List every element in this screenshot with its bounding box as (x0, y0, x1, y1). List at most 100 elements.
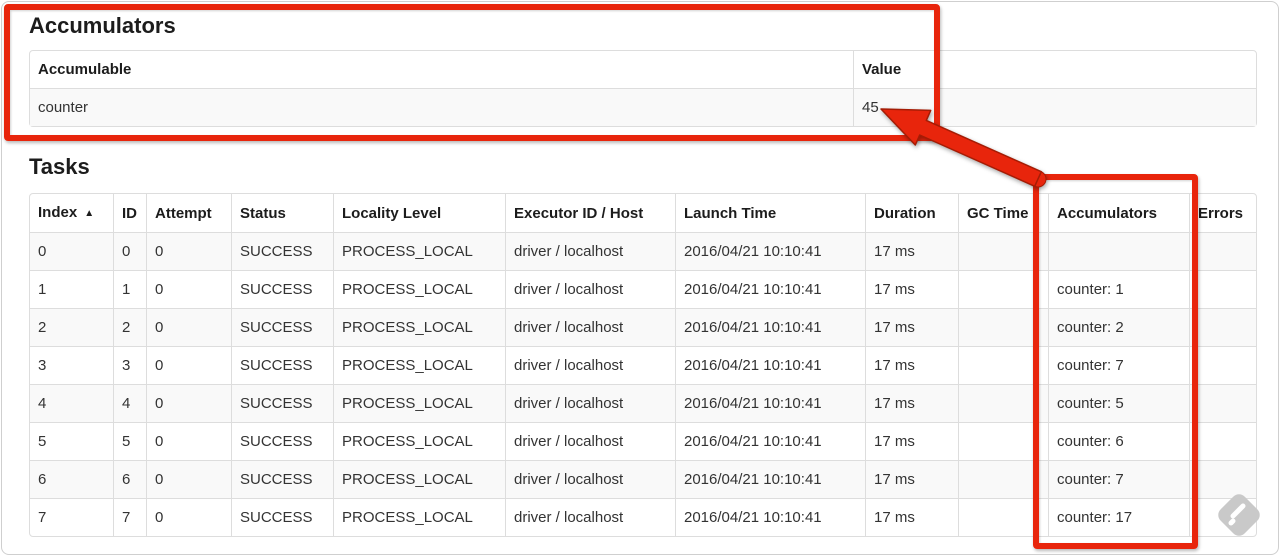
cell-launch-time: 2016/04/21 10:10:41 (675, 308, 865, 346)
page-content: Accumulators Accumulable Value counter 4… (29, 12, 1257, 537)
cell-launch-time: 2016/04/21 10:10:41 (675, 232, 865, 270)
cell-errors (1189, 422, 1256, 460)
cell-id: 5 (113, 422, 146, 460)
cell-launch-time: 2016/04/21 10:10:41 (675, 384, 865, 422)
cell-accumulators: counter: 17 (1048, 498, 1189, 536)
cell-errors (1189, 308, 1256, 346)
cell-status: SUCCESS (231, 308, 333, 346)
cell-locality: PROCESS_LOCAL (333, 384, 505, 422)
cell-attempt: 0 (146, 384, 231, 422)
cell-attempt: 0 (146, 232, 231, 270)
col-header-executor-id-host[interactable]: Executor ID / Host (505, 194, 675, 232)
cell-errors (1189, 460, 1256, 498)
col-header-attempt[interactable]: Attempt (146, 194, 231, 232)
cell-id: 2 (113, 308, 146, 346)
cell-executor: driver / localhost (505, 422, 675, 460)
cell-duration: 17 ms (865, 308, 958, 346)
cell-errors (1189, 384, 1256, 422)
col-header-index-label: Index (38, 204, 78, 221)
cell-executor: driver / localhost (505, 460, 675, 498)
cell-id: 3 (113, 346, 146, 384)
accumulators-header-row: Accumulable Value (30, 51, 1256, 88)
cell-status: SUCCESS (231, 498, 333, 536)
cell-accumulable-value: 45 (853, 88, 1256, 126)
cell-status: SUCCESS (231, 270, 333, 308)
cell-gc-time (958, 232, 1048, 270)
cell-status: SUCCESS (231, 346, 333, 384)
cell-launch-time: 2016/04/21 10:10:41 (675, 498, 865, 536)
cell-locality: PROCESS_LOCAL (333, 232, 505, 270)
cell-status: SUCCESS (231, 422, 333, 460)
cell-executor: driver / localhost (505, 308, 675, 346)
cell-accumulators (1048, 232, 1189, 270)
col-header-errors[interactable]: Errors (1189, 194, 1256, 232)
cell-launch-time: 2016/04/21 10:10:41 (675, 270, 865, 308)
cell-launch-time: 2016/04/21 10:10:41 (675, 422, 865, 460)
cell-gc-time (958, 346, 1048, 384)
col-header-launch-time[interactable]: Launch Time (675, 194, 865, 232)
cell-launch-time: 2016/04/21 10:10:41 (675, 460, 865, 498)
task-row-3: 3 3 0 SUCCESS PROCESS_LOCAL driver / loc… (30, 346, 1256, 384)
cell-errors (1189, 232, 1256, 270)
cell-attempt: 0 (146, 460, 231, 498)
task-row-5: 5 5 0 SUCCESS PROCESS_LOCAL driver / loc… (30, 422, 1256, 460)
cell-locality: PROCESS_LOCAL (333, 498, 505, 536)
col-header-duration[interactable]: Duration (865, 194, 958, 232)
cell-id: 7 (113, 498, 146, 536)
cell-errors (1189, 498, 1256, 536)
cell-locality: PROCESS_LOCAL (333, 270, 505, 308)
cell-id: 0 (113, 232, 146, 270)
cell-index: 2 (30, 308, 113, 346)
col-header-id[interactable]: ID (113, 194, 146, 232)
cell-status: SUCCESS (231, 460, 333, 498)
sort-ascending-icon: ▲ (84, 208, 95, 219)
cell-status: SUCCESS (231, 384, 333, 422)
cell-locality: PROCESS_LOCAL (333, 460, 505, 498)
cell-executor: driver / localhost (505, 384, 675, 422)
cell-accumulators: counter: 6 (1048, 422, 1189, 460)
cell-errors (1189, 270, 1256, 308)
tasks-section-title: Tasks (29, 154, 90, 179)
cell-accumulators: counter: 7 (1048, 346, 1189, 384)
col-header-gc-time[interactable]: GC Time (958, 194, 1048, 232)
cell-attempt: 0 (146, 498, 231, 536)
col-header-value: Value (853, 51, 1256, 88)
task-row-1: 1 1 0 SUCCESS PROCESS_LOCAL driver / loc… (30, 270, 1256, 308)
cell-index: 3 (30, 346, 113, 384)
task-row-6: 6 6 0 SUCCESS PROCESS_LOCAL driver / loc… (30, 460, 1256, 498)
cell-index: 7 (30, 498, 113, 536)
cell-attempt: 0 (146, 422, 231, 460)
cell-attempt: 0 (146, 308, 231, 346)
cell-executor: driver / localhost (505, 270, 675, 308)
cell-index: 0 (30, 232, 113, 270)
cell-accumulators: counter: 2 (1048, 308, 1189, 346)
col-header-locality-level[interactable]: Locality Level (333, 194, 505, 232)
col-header-index[interactable]: Index ▲ (30, 194, 113, 232)
cell-accumulators: counter: 5 (1048, 384, 1189, 422)
cell-locality: PROCESS_LOCAL (333, 422, 505, 460)
cell-executor: driver / localhost (505, 346, 675, 384)
cell-executor: driver / localhost (505, 498, 675, 536)
cell-index: 6 (30, 460, 113, 498)
spark-ui-stage-page: Accumulators Accumulable Value counter 4… (1, 1, 1279, 555)
task-row-4: 4 4 0 SUCCESS PROCESS_LOCAL driver / loc… (30, 384, 1256, 422)
cell-duration: 17 ms (865, 270, 958, 308)
col-header-accumulators[interactable]: Accumulators (1048, 194, 1189, 232)
tasks-table: Index ▲ ID Attempt Status Locality Level … (29, 193, 1257, 537)
cell-locality: PROCESS_LOCAL (333, 308, 505, 346)
cell-index: 1 (30, 270, 113, 308)
accumulator-row: counter 45 (30, 88, 1256, 126)
cell-executor: driver / localhost (505, 232, 675, 270)
cell-gc-time (958, 270, 1048, 308)
col-header-accumulable: Accumulable (38, 61, 132, 78)
tasks-header-row: Index ▲ ID Attempt Status Locality Level … (30, 194, 1256, 232)
cell-locality: PROCESS_LOCAL (333, 346, 505, 384)
col-header-status[interactable]: Status (231, 194, 333, 232)
cell-index: 5 (30, 422, 113, 460)
cell-errors (1189, 346, 1256, 384)
task-row-2: 2 2 0 SUCCESS PROCESS_LOCAL driver / loc… (30, 308, 1256, 346)
cell-accumulable-name: counter (30, 88, 853, 126)
cell-gc-time (958, 460, 1048, 498)
cell-gc-time (958, 308, 1048, 346)
cell-status: SUCCESS (231, 232, 333, 270)
